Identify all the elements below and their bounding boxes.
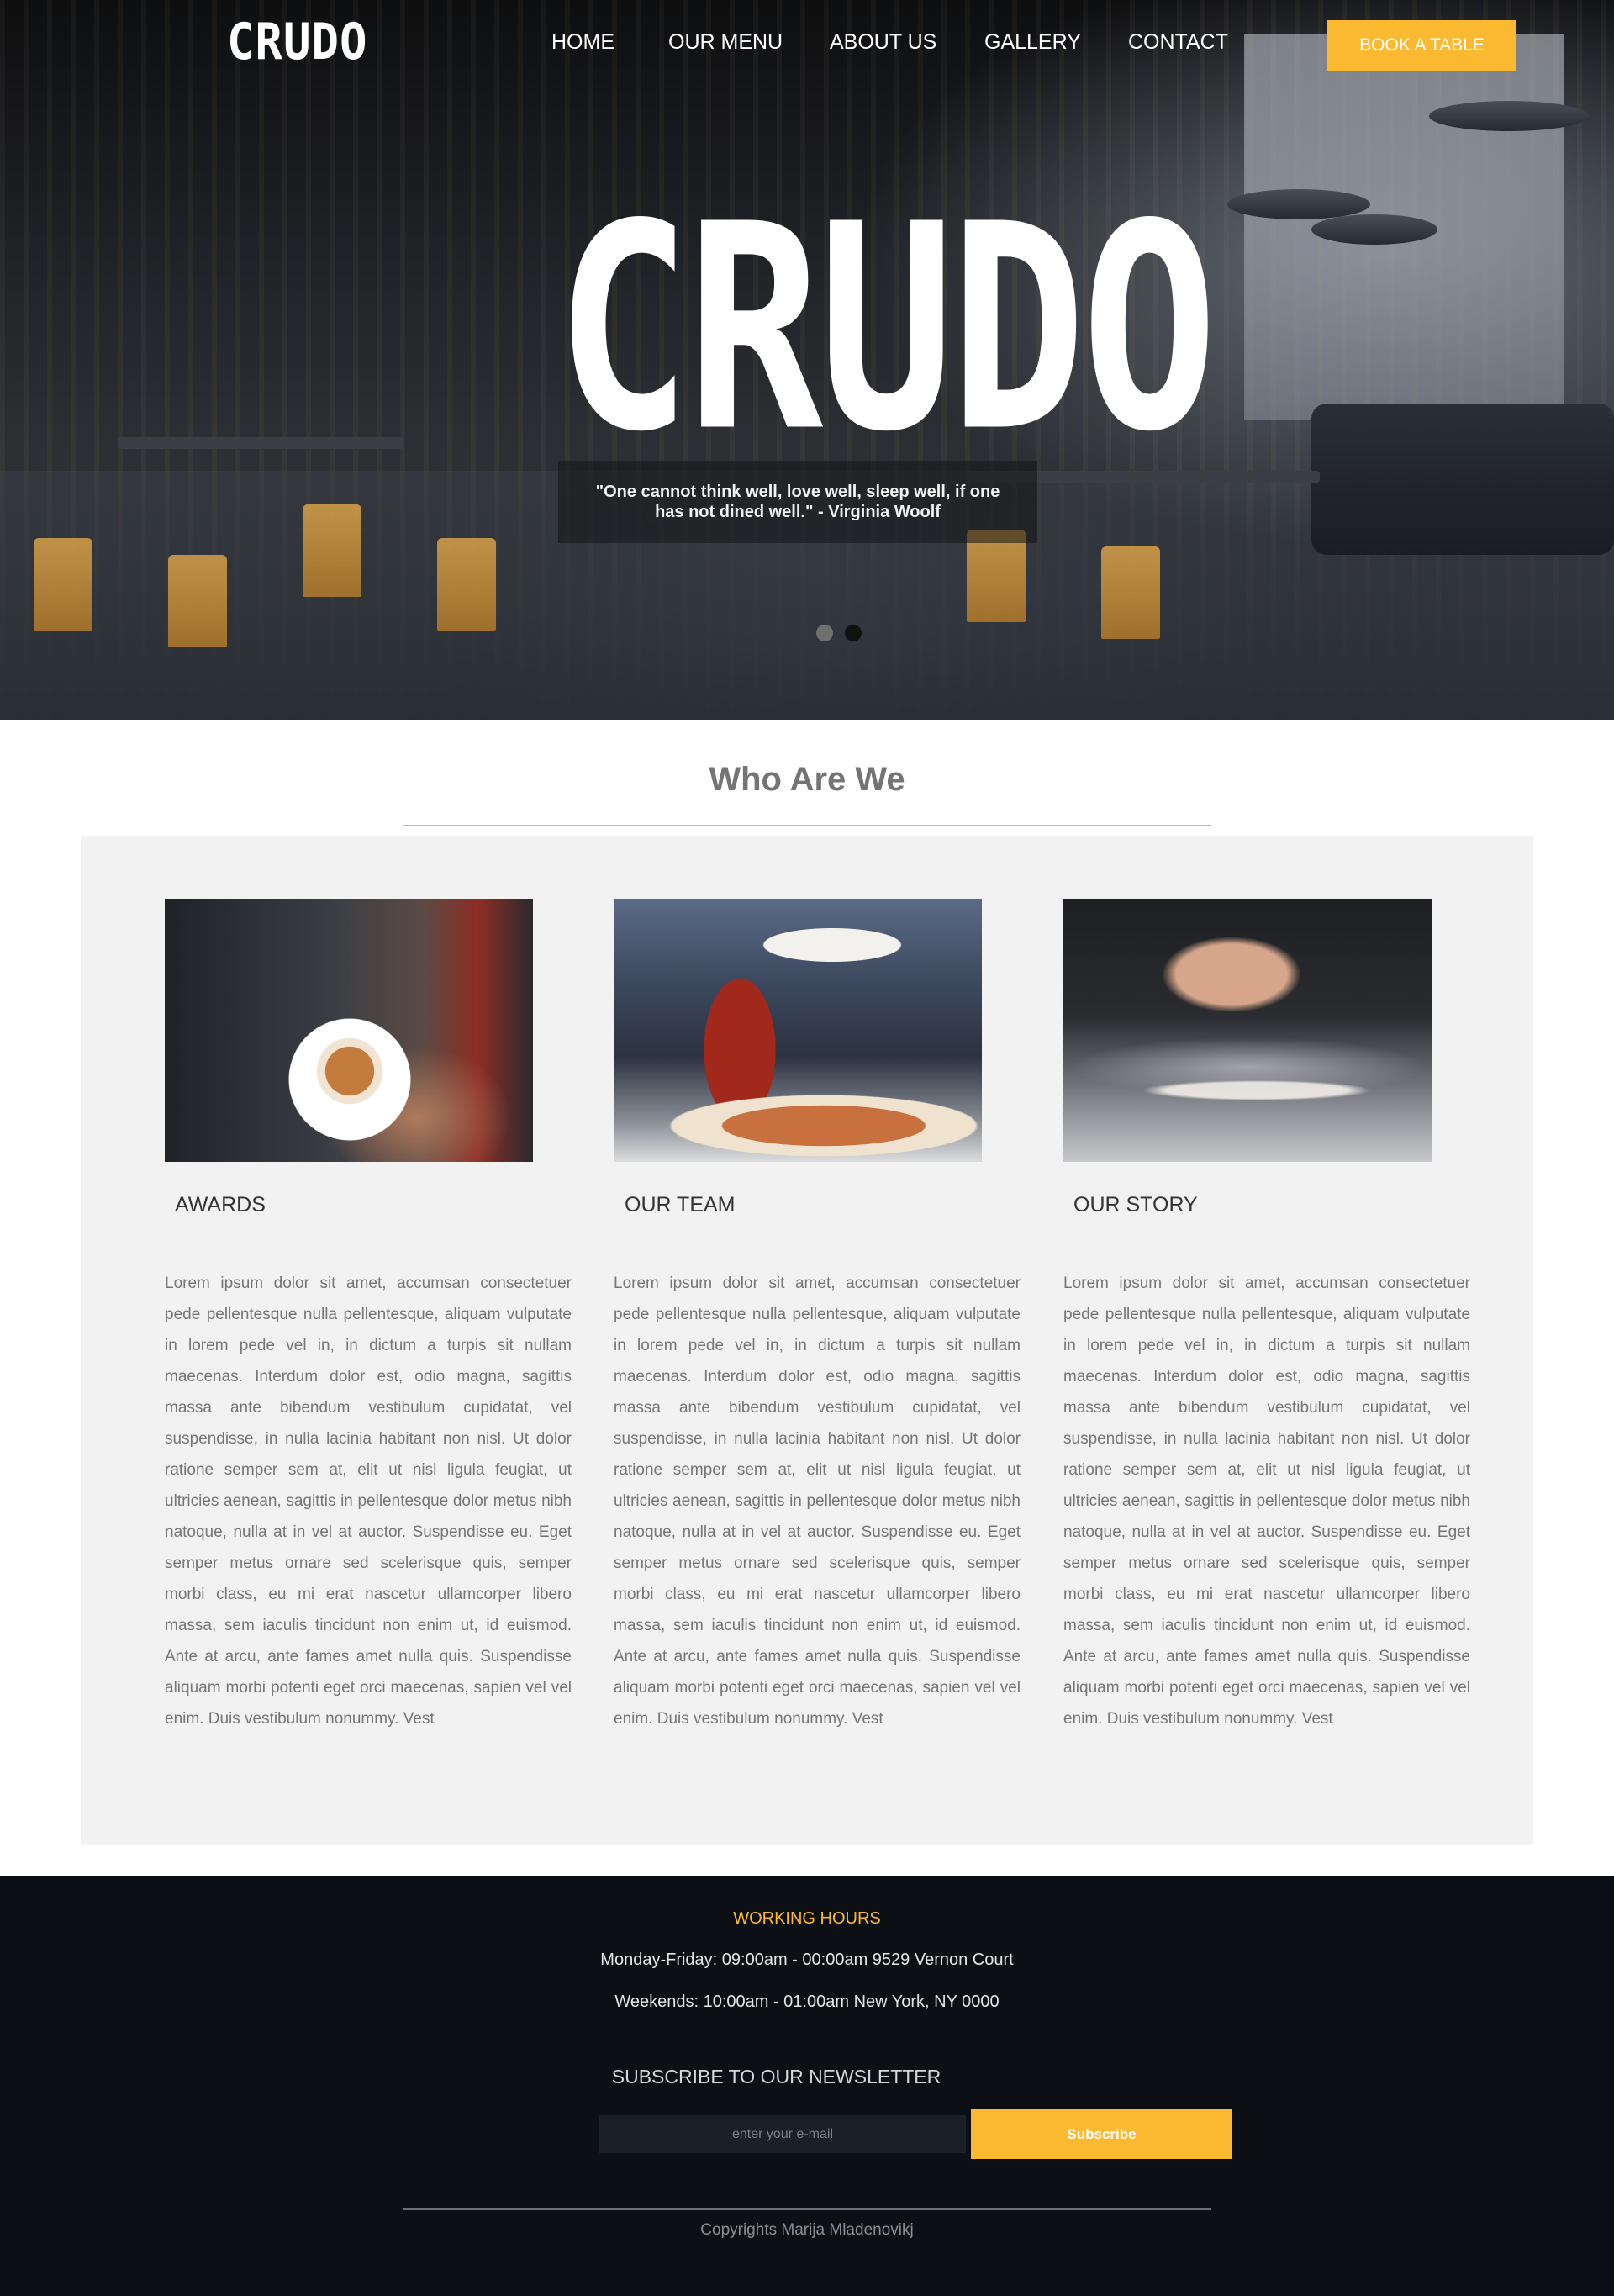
our-team-image [614, 899, 982, 1162]
hours-weekends: Weekends: 10:00am - 01:00am New York, NY… [614, 1993, 1000, 2011]
hero-chair [303, 504, 361, 597]
carousel-dot-2[interactable] [845, 625, 862, 641]
newsletter-email-input[interactable] [599, 2115, 966, 2153]
hero-logo: CRUDO [555, 162, 1218, 494]
nav-home[interactable]: HOME [551, 30, 614, 55]
nav-gallery[interactable]: GALLERY [984, 30, 1081, 55]
card-text-our-story: Lorem ipsum dolor sit amet, accumsan con… [1063, 1275, 1470, 1728]
our-story-image [1063, 899, 1432, 1162]
nav-contact[interactable]: CONTACT [1128, 30, 1228, 55]
card-title-our-story: OUR STORY [1073, 1193, 1198, 1217]
hero-chair [34, 538, 92, 631]
nav-about-us[interactable]: ABOUT US [830, 30, 936, 55]
card-text-our-team: Lorem ipsum dolor sit amet, accumsan con… [614, 1275, 1021, 1728]
footer-divider [403, 2208, 1211, 2210]
book-a-table-button[interactable]: BOOK A TABLE [1327, 20, 1516, 71]
hero-chair [1101, 546, 1160, 639]
title-divider [403, 825, 1211, 826]
newsletter-title: SUBSCRIBE TO OUR NEWSLETTER [611, 2066, 942, 2088]
copyright-text: Copyrights Marija Mladenovikj [700, 2221, 914, 2239]
section-title: Who Are We [709, 761, 905, 798]
hero-chair [168, 555, 227, 647]
card-title-our-team: OUR TEAM [625, 1193, 736, 1217]
working-hours-title: WORKING HOURS [733, 1909, 881, 1928]
top-navigation: CRUDO HOME OUR MENU ABOUT US GALLERY CON… [0, 0, 1614, 84]
hero-chair [437, 538, 496, 631]
hero-pendant-lamp [1311, 214, 1437, 245]
card-text-awards: Lorem ipsum dolor sit amet, accumsan con… [165, 1275, 572, 1728]
hero-table [118, 437, 404, 449]
hours-weekdays: Monday-Friday: 09:00am - 00:00am 9529 Ve… [600, 1950, 1014, 1969]
subscribe-button[interactable]: Subscribe [971, 2109, 1232, 2159]
nav-our-menu[interactable]: OUR MENU [668, 30, 783, 55]
carousel-dot-1[interactable] [816, 625, 833, 641]
hero-pendant-lamp [1429, 101, 1589, 131]
hero-booth-seat [1311, 404, 1614, 555]
card-title-awards: AWARDS [175, 1193, 266, 1217]
awards-image [165, 899, 533, 1162]
hero-chair [967, 530, 1026, 622]
hero-quote: "One cannot think well, love well, sleep… [558, 461, 1037, 543]
site-logo[interactable]: CRUDO [227, 13, 368, 71]
